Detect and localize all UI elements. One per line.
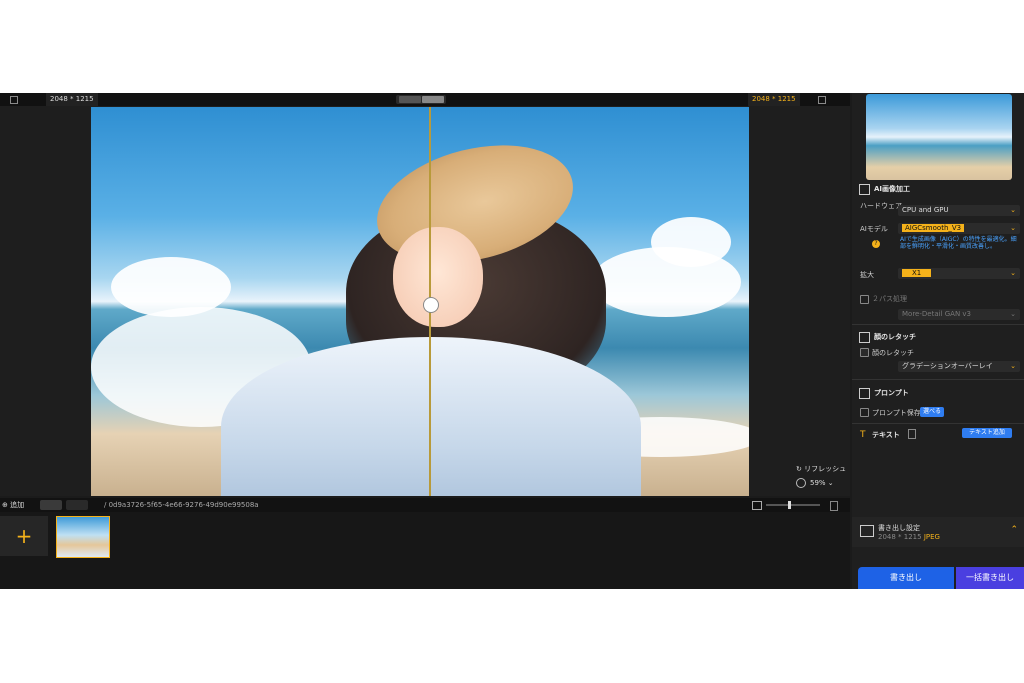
model-value: AIGCsmooth_V3 <box>902 224 965 232</box>
view-mode-toggle[interactable] <box>396 95 446 104</box>
trash-icon[interactable] <box>830 501 838 511</box>
image-size-icon <box>752 501 762 510</box>
thumbnail-selected[interactable] <box>56 516 110 558</box>
face-section-title: 顔のレタッチ <box>874 333 916 341</box>
scale-label: 拡大 <box>860 271 874 279</box>
chevron-down-icon: ⌄ <box>1010 224 1016 232</box>
thumbnail-size-slider[interactable] <box>766 504 820 506</box>
export-details: 2048 * 1215 JPEG <box>878 533 940 541</box>
add-tile[interactable]: + <box>0 516 48 556</box>
current-filename: / 0d9a3726-5f65-4e66-9276-49d90e99508a <box>104 501 259 509</box>
export-monitor-icon <box>860 525 874 537</box>
add-label: 追加 <box>10 501 25 509</box>
hardware-label: ハードウェア <box>860 202 902 210</box>
settings-sidebar: AI画像加工 ハードウェア CPU and GPU ⌄ AIモデル AIGCsmo… <box>852 93 1024 589</box>
face-retouch-label: 顔のレタッチ <box>872 349 914 357</box>
prompt-section-title: プロンプト <box>874 389 909 397</box>
hardware-select[interactable]: CPU and GPU ⌄ <box>898 205 1020 216</box>
canvas-area[interactable]: ↻ リフレッシュ 59% ⌄ <box>0 106 850 496</box>
face-style-select[interactable]: グラデーションオーバーレイ ⌄ <box>898 361 1020 372</box>
split-handle[interactable] <box>423 297 439 313</box>
section-divider <box>852 324 1024 325</box>
zoom-icon <box>796 478 806 488</box>
twopass-label: ２パス処理 <box>872 295 907 303</box>
twopass-select[interactable]: More-Detail GAN v3 ⌄ <box>898 309 1020 320</box>
export-button[interactable]: 書き出し <box>858 567 954 589</box>
hardware-value: CPU and GPU <box>902 206 949 214</box>
chevron-down-icon: ⌄ <box>1010 362 1016 370</box>
sidebar-toggle-icon[interactable] <box>10 96 18 104</box>
panel-toggle-icon[interactable] <box>818 96 826 104</box>
twopass-value: More-Detail GAN v3 <box>902 310 971 318</box>
twopass-checkbox[interactable] <box>860 295 869 304</box>
add-image-button[interactable]: ⊕ 追加 <box>2 498 24 512</box>
compare-view-icon[interactable] <box>422 96 444 103</box>
navigator-preview[interactable] <box>866 94 1012 180</box>
trash-icon[interactable] <box>908 429 916 439</box>
filmstrip-toolbar: ⊕ 追加 / 0d9a3726-5f65-4e66-9276-49d90e995… <box>0 498 850 512</box>
refresh-label: リフレッシュ <box>804 465 847 473</box>
section-divider <box>852 379 1024 380</box>
scale-select[interactable]: X1 ⌄ <box>898 268 1020 279</box>
export-title: 書き出し設定 <box>878 524 920 532</box>
model-description: AIで生成画像（AIGC）の特性を最適化。細部を鮮明化・平滑化・画質改善し。 <box>900 236 1017 250</box>
chevron-down-icon: ⌄ <box>1010 310 1016 318</box>
zoom-control[interactable]: 59% ⌄ <box>796 478 834 488</box>
preview-image[interactable] <box>91 107 749 496</box>
plus-circle-icon: ⊕ <box>2 501 11 509</box>
help-icon[interactable]: ? <box>872 240 880 248</box>
face-retouch-checkbox[interactable] <box>860 348 869 357</box>
app-window: 2048 * 1215 2048 * 1215 ↻ リフレッシュ 59% ⌄ ⊕… <box>0 93 1024 589</box>
prompt-document-icon <box>859 388 870 399</box>
prompt-choose-button[interactable]: 選べる <box>920 407 944 417</box>
text-tool-icon: T <box>860 430 866 440</box>
face-retouch-icon <box>859 332 870 343</box>
section-divider <box>852 423 1024 424</box>
model-select[interactable]: AIGCsmooth_V3 ⌄ <box>898 223 1020 234</box>
add-text-button[interactable]: テキスト追加 <box>962 428 1012 438</box>
cloud-shape <box>651 217 731 267</box>
grid-view-button[interactable] <box>40 500 62 510</box>
refresh-icon: ↻ <box>796 465 805 473</box>
export-format: JPEG <box>923 533 940 541</box>
zoom-level: 59% <box>810 479 826 487</box>
list-view-button[interactable] <box>66 500 88 510</box>
face-shape <box>393 227 483 327</box>
top-toolbar: 2048 * 1215 2048 * 1215 <box>0 93 850 106</box>
face-style-value: グラデーションオーバーレイ <box>902 362 993 370</box>
filmstrip: + <box>0 512 850 589</box>
prompt-save-label: プロンプト保存 <box>872 409 921 417</box>
ai-processing-icon <box>859 184 870 195</box>
chevron-down-icon: ⌄ <box>1010 269 1016 277</box>
model-label: AIモデル <box>860 225 888 233</box>
batch-export-button[interactable]: 一括書き出し <box>956 567 1024 589</box>
chevron-down-icon: ⌄ <box>1010 206 1016 214</box>
prompt-save-checkbox[interactable] <box>860 408 869 417</box>
ai-section-title: AI画像加工 <box>874 185 911 193</box>
refresh-control[interactable]: ↻ リフレッシュ <box>796 464 846 474</box>
text-section-title: テキスト <box>872 431 900 439</box>
scale-value: X1 <box>902 269 932 277</box>
original-dimensions: 2048 * 1215 <box>46 93 98 106</box>
slider-knob[interactable] <box>788 501 791 509</box>
output-dimensions: 2048 * 1215 <box>748 93 800 106</box>
split-view-icon[interactable] <box>399 96 421 103</box>
chevron-up-icon[interactable]: ⌃ <box>1010 525 1018 535</box>
export-dimensions: 2048 * 1215 <box>878 533 922 541</box>
export-settings[interactable]: 書き出し設定 2048 * 1215 JPEG ⌃ <box>852 517 1024 547</box>
chevron-down-icon: ⌄ <box>827 479 834 487</box>
